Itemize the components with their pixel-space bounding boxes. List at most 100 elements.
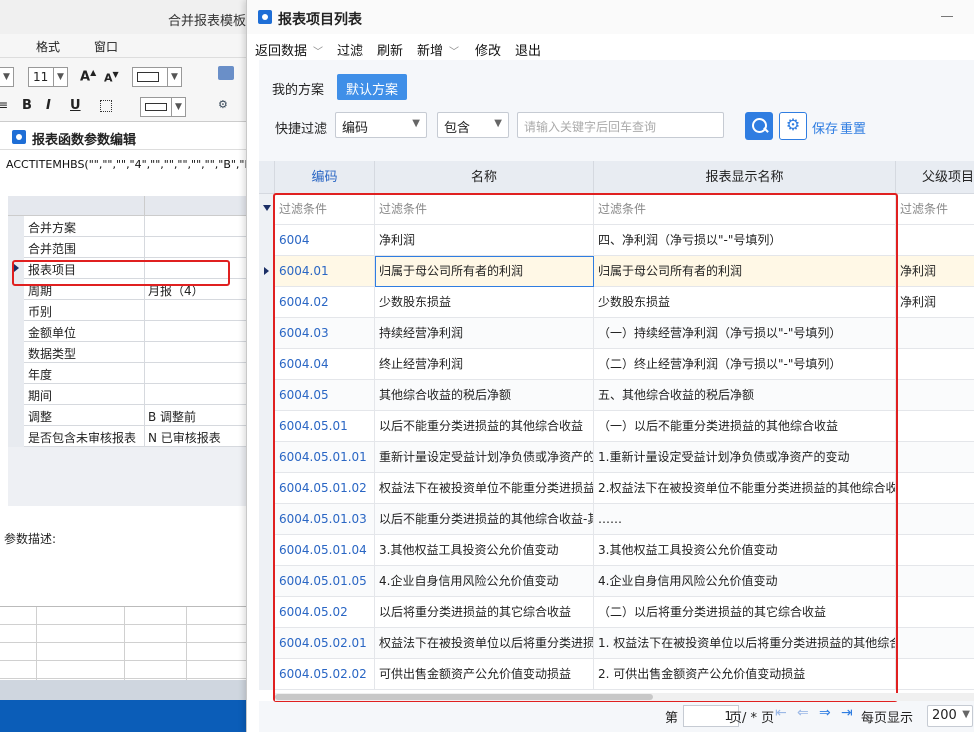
menu-item[interactable]: 退出 (515, 40, 541, 59)
gear-icon[interactable]: ⚙ (779, 112, 807, 140)
property-key: 调整 (28, 410, 53, 424)
property-row[interactable]: 金额单位 (8, 321, 250, 342)
status-strip (0, 680, 250, 700)
param-editor-title: 报表函数参数编辑 (32, 133, 137, 148)
column-header-parent[interactable]: 父级项目 (896, 161, 974, 194)
bg-menubar: 格式 窗口 (0, 34, 250, 58)
per-page-select[interactable]: 200 ▼ (927, 705, 973, 727)
column-header-display-name[interactable]: 报表显示名称 (594, 161, 896, 194)
property-row[interactable]: 年度 (8, 363, 250, 384)
param-editor-header: 报表函数参数编辑 (0, 124, 250, 150)
toolbar-app-icon[interactable] (218, 66, 234, 80)
scrollbar-thumb[interactable] (275, 694, 653, 700)
dialog-title: 报表项目列表 (278, 12, 362, 28)
filter-field-select[interactable]: 编码 ▼ (335, 112, 427, 138)
font-name-select[interactable]: ▼ (0, 67, 14, 87)
settings-icon[interactable]: ⚙ (218, 98, 228, 111)
filter-icon (263, 205, 271, 211)
menu-item[interactable]: 刷新 (377, 40, 403, 59)
prev-page-icon[interactable]: ⇐ (797, 705, 809, 721)
filter-keyword-input[interactable]: 请输入关键字后回车查询 (517, 112, 724, 138)
cell-parent[interactable] (896, 380, 974, 411)
pager-prefix: 第 (665, 711, 679, 726)
column-header-name[interactable]: 名称 (375, 161, 594, 194)
column-header-code[interactable]: 编码 (275, 161, 375, 194)
app-logo-icon (12, 130, 26, 144)
taskbar (0, 700, 250, 732)
filter-cell-parent[interactable]: 过滤条件 (896, 194, 974, 225)
cell-parent[interactable] (896, 535, 974, 566)
bg-title: 合并报表模板/ (168, 14, 250, 29)
grow-font-icon[interactable]: A▲ (80, 68, 96, 84)
cell-parent[interactable] (896, 597, 974, 628)
cell-parent[interactable] (896, 628, 974, 659)
cell-parent[interactable]: 净利润 (896, 256, 974, 287)
highlight-box (273, 193, 898, 702)
cell-parent[interactable] (896, 318, 974, 349)
font-size-select[interactable]: 11 ▼ (28, 67, 68, 87)
underline-button[interactable]: U (70, 98, 81, 113)
menu-item[interactable]: 返回数据 ﹀ (255, 40, 323, 59)
cell-parent[interactable]: 净利润 (896, 287, 974, 318)
bold-button[interactable]: B (22, 98, 32, 113)
cell-parent[interactable] (896, 566, 974, 597)
menu-item[interactable]: 过滤 (337, 40, 363, 59)
cell-parent[interactable] (896, 349, 974, 380)
italic-button[interactable]: I (46, 98, 51, 113)
bg-menu-format[interactable]: 格式 (36, 38, 60, 55)
property-row[interactable]: 币别 (8, 300, 250, 321)
horizontal-scrollbar[interactable] (275, 693, 974, 701)
cell-parent[interactable] (896, 473, 974, 504)
shrink-font-icon[interactable]: A▼ (104, 70, 119, 85)
menu-item[interactable]: 新增 ﹀ (417, 40, 459, 59)
cell-parent[interactable] (896, 442, 974, 473)
next-page-icon[interactable]: ⇒ (819, 705, 831, 721)
border-select[interactable]: ▼ (132, 67, 182, 87)
borders-icon[interactable] (100, 100, 112, 112)
table-header: 编码 名称 报表显示名称 父级项目 (259, 161, 974, 194)
property-grid: 合并方案 合并范围 报表项目 周期 月报（4） 币别 金额单位 数据类型 年度 期间 调整 B 调整前… (8, 196, 250, 506)
property-row[interactable]: 合并方案 (8, 216, 250, 237)
bg-toolbar: ▼ 11 ▼ A▲ A▼ ▼ ≡ B I U ▼ ⚙ (0, 58, 250, 122)
property-row[interactable]: 期间 (8, 384, 250, 405)
cell-parent[interactable] (896, 411, 974, 442)
cell-parent[interactable] (896, 659, 974, 690)
per-page-label: 每页显示 (861, 711, 914, 726)
chevron-down-icon: ▼ (171, 98, 185, 116)
property-key: 年度 (28, 368, 53, 382)
spreadsheet-area[interactable] (0, 606, 250, 681)
property-row[interactable]: 调整 B 调整前 (8, 405, 250, 426)
search-button[interactable] (745, 112, 773, 140)
row-pointer-icon (264, 267, 269, 275)
tab-default-scheme[interactable]: 默认方案 (337, 74, 408, 100)
property-value[interactable]: B 调整前 (148, 408, 196, 425)
reset-filter-link[interactable]: 重置 (840, 118, 866, 137)
chevron-down-icon: ﹀ (313, 47, 324, 58)
property-grid-header (8, 196, 250, 216)
chevron-down-icon: ▼ (494, 118, 502, 129)
first-page-icon[interactable]: ⇤ (775, 705, 787, 721)
property-row[interactable]: 数据类型 (8, 342, 250, 363)
property-value[interactable]: N 已审核报表 (148, 429, 221, 446)
property-key: 金额单位 (28, 326, 77, 340)
quick-filter-bar: 快捷过滤 编码 ▼ 包含 ▼ 请输入关键字后回车查询 ⚙ 保存 重置 (263, 112, 974, 140)
chevron-down-icon: ▼ (53, 68, 67, 86)
last-page-icon[interactable]: ⇥ (841, 705, 853, 721)
report-items-dialog: 报表项目列表 返回数据 ﹀ 过滤 刷新 新增 ﹀ 修改 退出 我的方案 默认方案 快捷过滤 编… (246, 0, 974, 732)
align-icon[interactable]: ≡ (0, 98, 8, 112)
fill-select[interactable]: ▼ (140, 97, 186, 117)
quick-filter-label: 快捷过滤 (275, 122, 328, 137)
dialog-menubar: 返回数据 ﹀ 过滤 刷新 新增 ﹀ 修改 退出 (247, 36, 974, 60)
property-row[interactable]: 是否包含未审核报表 N 已审核报表 (8, 426, 250, 447)
filter-operator-select[interactable]: 包含 ▼ (437, 112, 509, 138)
bg-menu-window[interactable]: 窗口 (94, 38, 118, 55)
minimize-icon[interactable] (941, 16, 953, 17)
menu-item[interactable]: 修改 (475, 40, 501, 59)
save-filter-link[interactable]: 保存 (812, 118, 838, 137)
app-logo-icon (258, 10, 272, 24)
cell-parent[interactable] (896, 225, 974, 256)
tab-my-scheme[interactable]: 我的方案 (263, 74, 333, 100)
cell-parent[interactable] (896, 504, 974, 535)
bg-titlebar: 合并报表模板/ (0, 0, 250, 34)
property-row[interactable]: 合并范围 (8, 237, 250, 258)
